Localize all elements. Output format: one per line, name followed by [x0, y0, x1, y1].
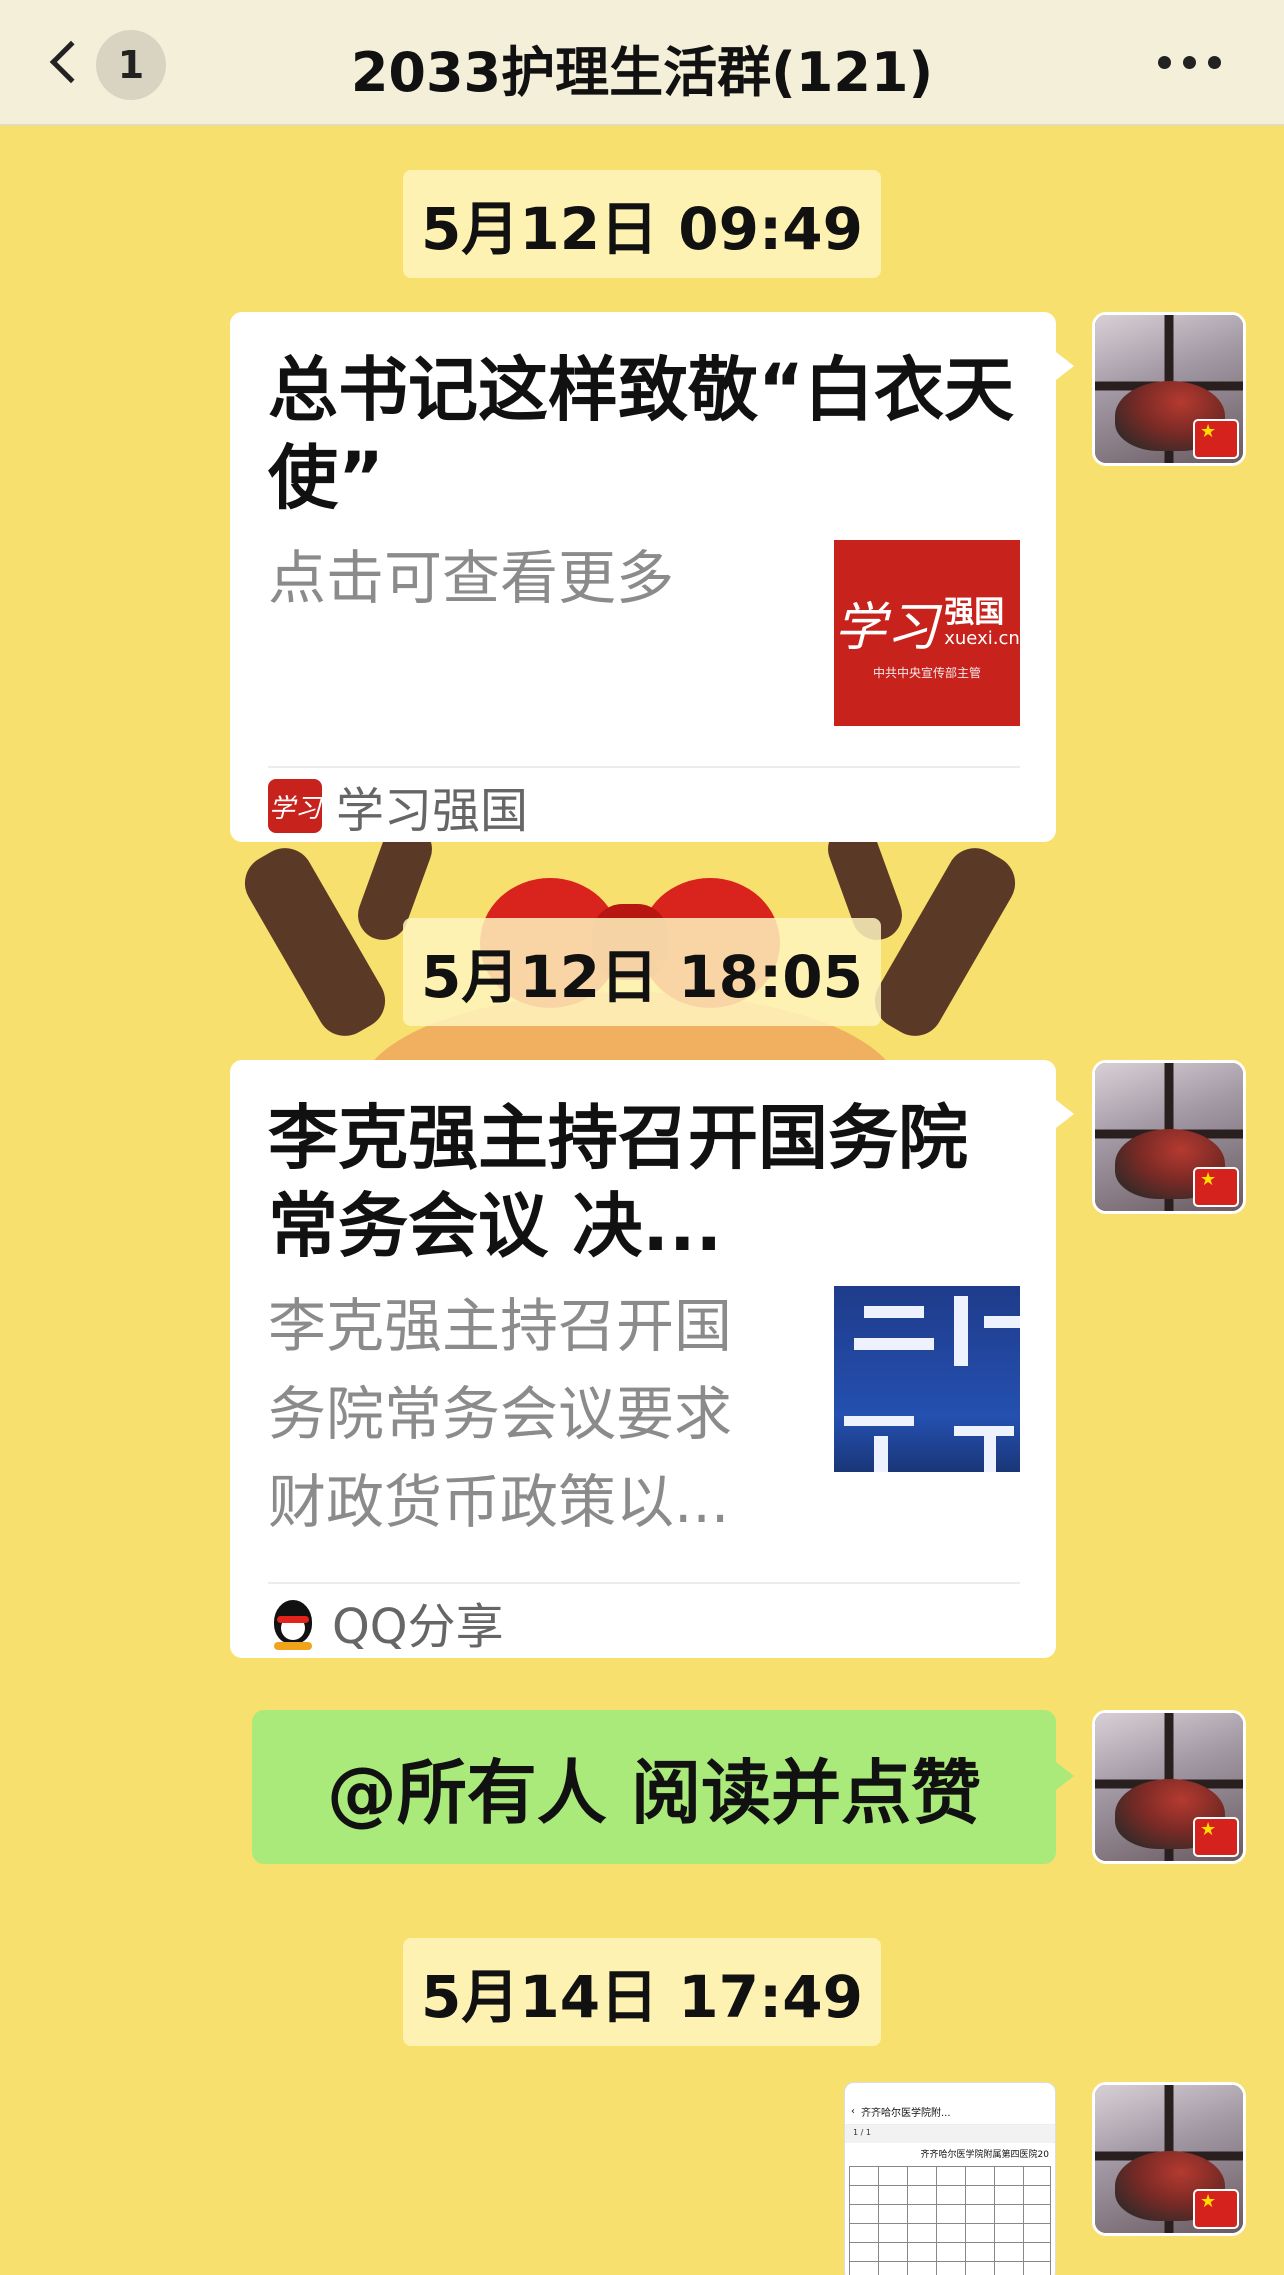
more-button[interactable] — [1134, 42, 1244, 82]
avatar[interactable] — [1092, 1060, 1246, 1214]
card-source: QQ分享 — [268, 1590, 504, 1655]
card-divider — [268, 766, 1020, 768]
timestamp: 5月14日 17:49 — [0, 1938, 1284, 2046]
flag-icon — [1193, 1167, 1239, 1207]
ellipsis-icon — [1157, 55, 1171, 69]
card-source-label: 学习强国 — [336, 783, 529, 839]
card-title: 总书记这样致敬“白衣天使” — [268, 349, 1015, 519]
xuexi-logo-icon: 学习 — [268, 779, 322, 833]
card-source: 学习 学习强国 — [268, 774, 529, 839]
image-table-grid — [849, 2166, 1051, 2275]
qq-penguin-icon — [268, 1594, 318, 1650]
chevron-left-icon: ‹ — [851, 2106, 855, 2117]
xuexi-logo-url: xuexi.cn — [944, 627, 1020, 649]
image-message[interactable]: ‹ 齐齐哈尔医学院附... 1 / 1 齐齐哈尔医学院附属第四医院20 — [844, 2082, 1056, 2275]
card-description: 李克强主持召开国务院常务会议要求财政货币政策以... — [268, 1292, 733, 1536]
chevron-left-icon — [49, 40, 93, 84]
avatar[interactable] — [1092, 1710, 1246, 1864]
image-toolbar: 1 / 1 — [845, 2125, 1055, 2143]
image-navbar: ‹ 齐齐哈尔医学院附... — [845, 2099, 1055, 2125]
chat-title: 2033护理生活群(121) — [350, 41, 934, 104]
flag-icon — [1193, 2189, 1239, 2229]
timestamp: 5月12日 09:49 — [0, 170, 1284, 278]
image-statusbar — [845, 2083, 1055, 2099]
ellipsis-icon — [1182, 55, 1196, 69]
link-card[interactable]: 李克强主持召开国务院常务会议 决... 李克强主持召开国务院常务会议要求财政货币… — [230, 1060, 1074, 1658]
card-description: 点击可查看更多 — [268, 544, 675, 612]
flag-icon — [1193, 1817, 1239, 1857]
image-page-indicator: 1 / 1 — [853, 2128, 871, 2137]
image-doc-title: 齐齐哈尔医学院附属第四医院20 — [920, 2150, 1049, 2160]
chat-header: 1 2033护理生活群(121) — [0, 0, 1284, 126]
avatar[interactable] — [1092, 312, 1246, 466]
xuexi-logo-script: 学习 — [834, 598, 939, 658]
card-thumbnail: 学习 强国 xuexi.cn 中共中央宣传部主管 — [834, 540, 1020, 726]
xuexi-logo-sub: 中共中央宣传部主管 — [872, 666, 981, 680]
card-source-label: QQ分享 — [332, 1599, 504, 1655]
back-button[interactable]: 1 — [40, 26, 170, 100]
ellipsis-icon — [1207, 55, 1221, 69]
text-message-bubble[interactable]: @所有人 阅读并点赞 — [252, 1710, 1074, 1864]
link-card[interactable]: 总书记这样致敬“白衣天使” 点击可查看更多 学习 强国 xuexi.cn 中共中… — [230, 312, 1074, 842]
image-nav-title: 齐齐哈尔医学院附... — [861, 2108, 951, 2119]
timestamp: 5月12日 18:05 — [0, 918, 1284, 1026]
card-title: 李克强主持召开国务院常务会议 决... — [268, 1097, 968, 1267]
card-divider — [268, 1582, 1020, 1584]
unread-badge: 1 — [96, 30, 166, 100]
text-message: @所有人 阅读并点赞 — [326, 1751, 982, 1834]
avatar[interactable] — [1092, 2082, 1246, 2236]
flag-icon — [1193, 419, 1239, 459]
xuexi-logo-main: 强国 — [944, 594, 1005, 630]
card-thumbnail — [834, 1286, 1020, 1472]
